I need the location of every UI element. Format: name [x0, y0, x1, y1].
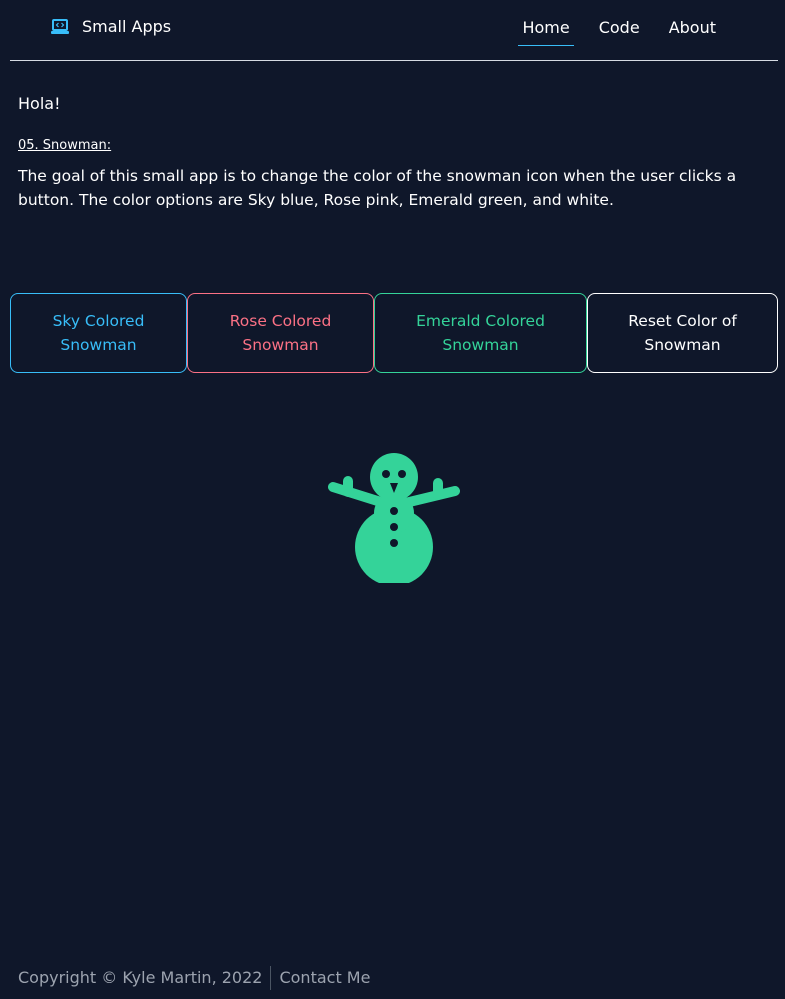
nav-code-link[interactable]: Code [595, 14, 644, 46]
sky-color-button[interactable]: Sky Colored Snowman [10, 293, 187, 373]
nav-home-link[interactable]: Home [518, 14, 574, 46]
footer: Copyright © Kyle Martin, 2022 Contact Me [18, 966, 370, 990]
main-nav: Home Code About [497, 14, 720, 46]
reset-color-button[interactable]: Reset Color of Snowman [587, 293, 778, 373]
section-title: 05. Snowman: [18, 138, 112, 153]
contact-me-link[interactable]: Contact Me [271, 966, 370, 990]
emerald-color-button[interactable]: Emerald Colored Snowman [374, 293, 587, 373]
brand[interactable]: Small Apps [50, 16, 171, 38]
header: Small Apps Home Code About [10, 0, 778, 61]
greeting: Hola! [18, 94, 61, 113]
nav-about-link[interactable]: About [665, 14, 720, 46]
laptop-code-icon [50, 17, 70, 37]
brand-title: Small Apps [82, 17, 172, 36]
snowman-icon [328, 453, 460, 587]
description: The goal of this small app is to change … [18, 167, 737, 209]
rose-color-button[interactable]: Rose Colored Snowman [187, 293, 374, 373]
copyright-text: Copyright © Kyle Martin, 2022 [18, 968, 263, 987]
page: Small Apps Home Code About Hola! 05. Sno… [0, 0, 785, 999]
